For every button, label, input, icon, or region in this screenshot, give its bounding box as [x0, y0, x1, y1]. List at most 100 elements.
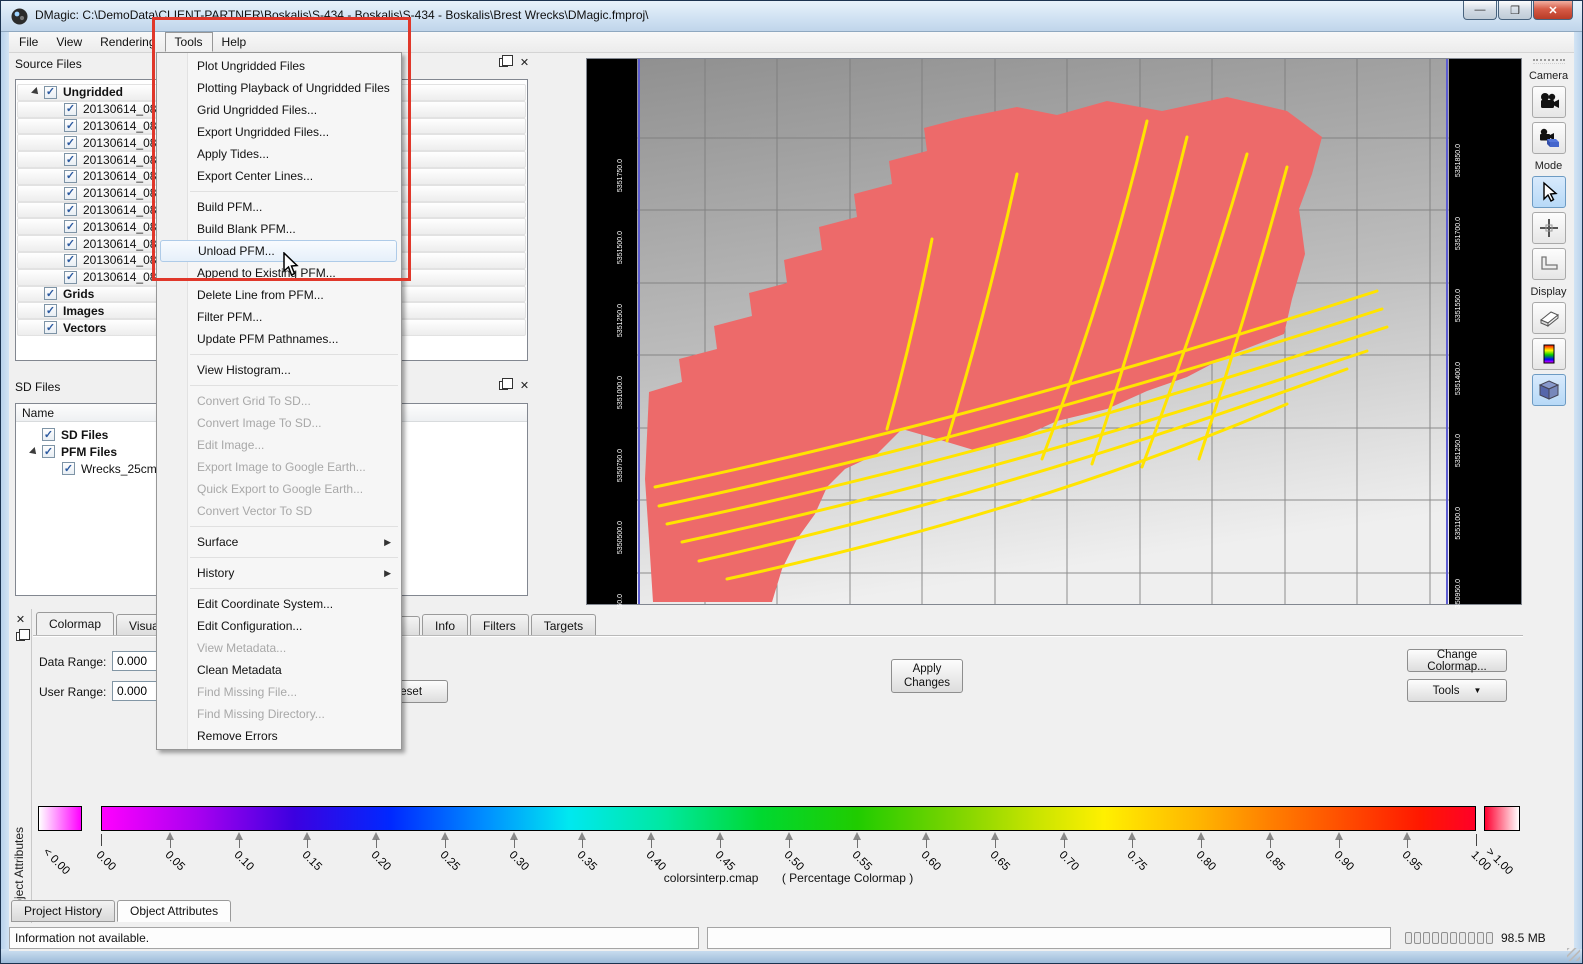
checkbox[interactable]: ✓: [42, 445, 55, 458]
cube-3d-icon[interactable]: [1532, 374, 1566, 406]
checkbox[interactable]: ✓: [62, 462, 75, 475]
checkbox[interactable]: ✓: [44, 321, 57, 334]
corner-ruler-icon[interactable]: [1532, 248, 1566, 280]
apply-changes-button[interactable]: Apply Changes: [891, 659, 963, 693]
checkbox[interactable]: ✓: [64, 187, 77, 200]
checkbox[interactable]: ✓: [44, 304, 57, 317]
tick-label: 0.80: [1194, 849, 1218, 873]
menu-option: ▶: [190, 588, 398, 589]
menu-option[interactable]: Filter PFM... ▶: [158, 306, 400, 328]
menu-option: Find Missing Directory... ▶: [158, 703, 400, 725]
menu-option-label: View Metadata...: [197, 641, 286, 655]
coordinate-label: 5351700.0: [1455, 217, 1462, 250]
menu-option: Convert Image To SD... ▶: [158, 412, 400, 434]
menu-option[interactable]: Delete Line from PFM... ▶: [158, 284, 400, 306]
status-message: Information not available.: [9, 927, 699, 949]
float-panel-icon[interactable]: [496, 55, 511, 69]
menu-option[interactable]: Remove Errors ▶: [158, 725, 400, 747]
colorbar-icon[interactable]: [1532, 338, 1566, 370]
coordinate-label: 5351000.0: [617, 376, 624, 409]
camera-icon[interactable]: [1532, 86, 1566, 118]
checkbox[interactable]: ✓: [64, 271, 77, 284]
menu-option-label: Convert Image To SD...: [197, 416, 322, 430]
window-frame-right: [1574, 32, 1582, 949]
maximize-button[interactable]: ❒: [1498, 1, 1532, 20]
close-button[interactable]: ✕: [1533, 1, 1573, 20]
view-toolbar: Camera Mode Display: [1524, 56, 1573, 903]
menu-option[interactable]: View Histogram... ▶: [158, 359, 400, 381]
tab[interactable]: Colormap: [36, 612, 114, 636]
menu-option-label: Convert Grid To SD...: [197, 394, 311, 408]
tab[interactable]: Targets: [531, 614, 596, 636]
menu-option: ▶: [190, 557, 398, 558]
checkbox[interactable]: ✓: [64, 136, 77, 149]
menu-option[interactable]: Edit Configuration... ▶: [158, 615, 400, 637]
select-cursor-icon[interactable]: [1532, 176, 1566, 208]
camera-target-icon[interactable]: [1532, 122, 1566, 154]
submenu-arrow-icon: ▶: [384, 537, 391, 548]
checkbox[interactable]: ✓: [64, 254, 77, 267]
mode-group-label: Mode: [1535, 160, 1563, 172]
tree-row-label: Wrecks_25cm: [81, 462, 157, 476]
menu-option: Edit Image... ▶: [158, 434, 400, 456]
tools-dropdown-button[interactable]: Tools ▼: [1407, 679, 1507, 702]
menu-option: Export Image to Google Earth... ▶: [158, 456, 400, 478]
menu-option[interactable]: Surface ▶: [158, 531, 400, 553]
menu-option-label: Export Image to Google Earth...: [197, 460, 366, 474]
display-group-label: Display: [1530, 286, 1566, 298]
float-panel-icon[interactable]: [496, 378, 511, 392]
menu-option: ▶: [190, 385, 398, 386]
close-panel-icon[interactable]: ✕: [13, 612, 28, 626]
coordinate-label: 5350500.0: [617, 521, 624, 554]
menu-option: Convert Grid To SD... ▶: [158, 390, 400, 412]
close-panel-icon[interactable]: ✕: [517, 55, 532, 69]
menu-option: ▶: [190, 354, 398, 355]
checkbox[interactable]: ✓: [64, 119, 77, 132]
menu-item[interactable]: View: [47, 32, 91, 52]
menu-option: View Metadata... ▶: [158, 637, 400, 659]
tab[interactable]: Project History: [11, 900, 115, 922]
submenu-arrow-icon: ▶: [384, 568, 391, 579]
tab[interactable]: Info: [422, 614, 468, 636]
colormap-caption: colorsinterp.cmap ( Percentage Colormap …: [101, 871, 1476, 885]
menu-option[interactable]: Update PFM Pathnames... ▶: [158, 328, 400, 350]
checkbox[interactable]: ✓: [64, 103, 77, 116]
tick-label: 0.95: [1400, 849, 1424, 873]
map-view[interactable]: 5351750.05351500.05351250.05351000.05350…: [586, 58, 1522, 605]
checkbox[interactable]: ✓: [64, 203, 77, 216]
menu-option[interactable]: Edit Coordinate System... ▶: [158, 593, 400, 615]
tick-label: 0.50: [781, 849, 805, 873]
history-tabs: Project HistoryObject Attributes: [11, 900, 233, 922]
checkbox[interactable]: ✓: [64, 237, 77, 250]
tick-label: 0.00: [94, 849, 118, 873]
crosshair-icon[interactable]: [1532, 212, 1566, 244]
dock-side-strip: ✕ Object Attributes: [9, 609, 32, 923]
source-files-title: Source Files: [15, 57, 82, 71]
toolbar-grip[interactable]: [1533, 59, 1565, 64]
eraser-icon[interactable]: [1532, 302, 1566, 334]
menu-item[interactable]: File: [10, 32, 47, 52]
checkbox[interactable]: ✓: [64, 170, 77, 183]
checkbox[interactable]: ✓: [44, 287, 57, 300]
tick-label: 0.70: [1056, 849, 1080, 873]
resize-grip[interactable]: [1567, 948, 1580, 961]
menu-option-label: Update PFM Pathnames...: [197, 332, 338, 346]
close-panel-icon[interactable]: ✕: [517, 378, 532, 392]
checkbox[interactable]: ✓: [64, 220, 77, 233]
menu-option[interactable]: Clean Metadata ▶: [158, 659, 400, 681]
minimize-button[interactable]: —: [1463, 1, 1497, 20]
expander-icon[interactable]: [28, 86, 44, 98]
tab[interactable]: Object Attributes: [117, 900, 231, 922]
menu-option-label: Edit Configuration...: [197, 619, 302, 633]
data-range-label: Data Range:: [39, 655, 106, 669]
window-frame-bottom: [1, 949, 1582, 963]
float-panel-icon[interactable]: [13, 629, 28, 643]
checkbox[interactable]: ✓: [64, 153, 77, 166]
menu-option[interactable]: History ▶: [158, 562, 400, 584]
checkbox[interactable]: ✓: [44, 86, 57, 99]
change-colormap-button[interactable]: Change Colormap...: [1407, 649, 1507, 672]
tab[interactable]: Filters: [470, 614, 529, 636]
checkbox[interactable]: ✓: [42, 428, 55, 441]
tick-label: 0.40: [644, 849, 668, 873]
expander-icon[interactable]: [26, 446, 42, 458]
